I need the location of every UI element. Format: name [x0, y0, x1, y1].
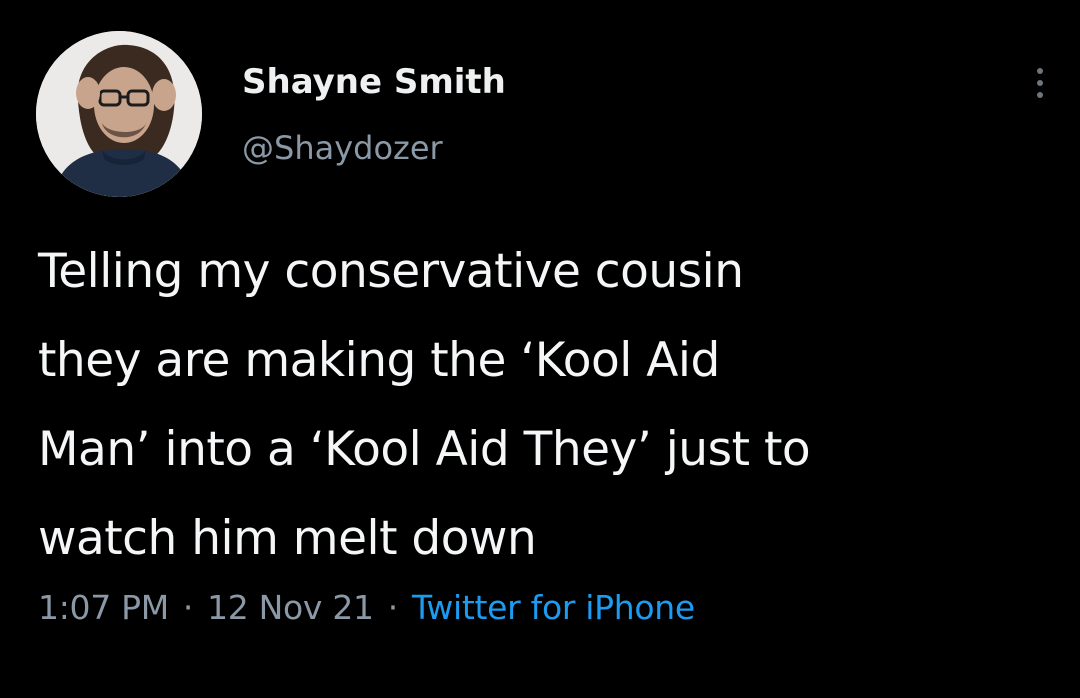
meta-separator: · — [387, 588, 399, 627]
tweet-date[interactable]: 12 Nov 21 — [207, 588, 374, 627]
more-dot — [1037, 68, 1043, 74]
tweet-card: Shayne Smith @Shaydozer Telling my conse… — [0, 0, 1080, 698]
avatar-image — [36, 31, 202, 197]
tweet-text: Telling my conservative cousin they are … — [38, 244, 811, 566]
more-dot — [1037, 92, 1043, 98]
tweet-meta: 1:07 PM · 12 Nov 21 · Twitter for iPhone — [38, 584, 695, 632]
avatar[interactable] — [36, 31, 202, 197]
tweet-source-link[interactable]: Twitter for iPhone — [412, 588, 695, 627]
more-options-icon[interactable] — [1026, 58, 1054, 108]
more-dot — [1037, 80, 1043, 86]
tweet-time[interactable]: 1:07 PM — [38, 588, 169, 627]
author-display-name[interactable]: Shayne Smith — [242, 60, 506, 104]
author-handle[interactable]: @Shaydozer — [242, 126, 443, 170]
meta-separator: · — [182, 588, 194, 627]
